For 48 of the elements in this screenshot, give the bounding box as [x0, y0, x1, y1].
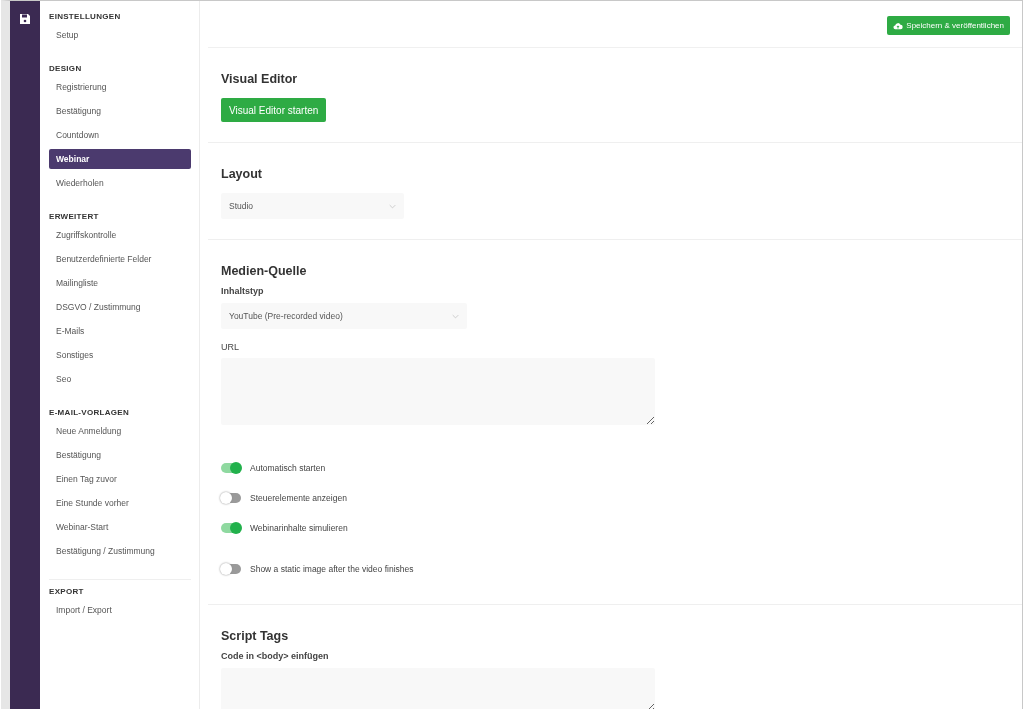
section-title: Medien-Quelle [221, 264, 308, 278]
sidebar-item[interactable]: Einen Tag zuvor [49, 469, 191, 489]
section-title: Layout [221, 167, 263, 181]
url-input-field[interactable] [221, 358, 655, 425]
sidebar-item[interactable]: Eine Stunde vorher [49, 493, 191, 513]
cloud-upload-icon [893, 21, 904, 30]
toggle-label: Automatisch starten [250, 463, 326, 473]
toggle-switch[interactable] [221, 463, 241, 473]
sidebar-item[interactable]: Zugriffskontrolle [49, 225, 191, 245]
sidebar-item[interactable]: Wiederholen [49, 173, 191, 193]
section-title: Visual Editor [221, 72, 299, 86]
sidebar-item[interactable]: Benutzerdefinierte Felder [49, 249, 191, 269]
toggle-label: Steuerelemente anzeigen [250, 493, 347, 503]
sidebar-item[interactable]: Bestätigung / Zustimmung [49, 541, 191, 561]
sidebar-item[interactable]: Countdown [49, 125, 191, 145]
field-label: Inhaltstyp [221, 286, 265, 296]
sidebar-heading: EINSTELLUNGEN [49, 11, 122, 23]
sidebar-item[interactable]: Webinar [49, 149, 191, 169]
sidebar-item[interactable]: DSGVO / Zustimmung [49, 297, 191, 317]
toggle-label: Webinarinhalte simulieren [250, 523, 348, 533]
sidebar-item[interactable]: Sonstiges [49, 345, 191, 365]
save-icon[interactable] [19, 13, 31, 25]
sidebar-heading: E-MAIL-VORLAGEN [49, 407, 131, 419]
layout-select[interactable]: Studio [221, 193, 404, 219]
sidebar-heading: DESIGN [49, 63, 83, 75]
toggle-switch[interactable] [221, 493, 241, 503]
sidebar-item[interactable]: Neue Anmeldung [49, 421, 191, 441]
sidebar-item[interactable]: Mailingliste [49, 273, 191, 293]
toggle-switch[interactable] [221, 523, 241, 533]
sidebar-heading: EXPORT [49, 586, 85, 598]
field-label: Code in <body> einfügen [221, 651, 330, 661]
sidebar-item[interactable]: Setup [49, 25, 191, 45]
sidebar-item[interactable]: Import / Export [49, 600, 191, 620]
toggle-label: Show a static image after the video finishes [250, 564, 414, 574]
section-title: Script Tags [221, 629, 290, 643]
chevron-down-icon [452, 313, 459, 319]
sidebar-item[interactable]: Webinar-Start [49, 517, 191, 537]
toggle-switch[interactable] [221, 564, 241, 574]
content-type-select[interactable]: YouTube (Pre-recorded video) [221, 303, 467, 329]
sidebar-heading: ERWEITERT [49, 211, 100, 223]
sidebar-item[interactable]: Bestätigung [49, 445, 191, 465]
sidebar-item[interactable]: Seo [49, 369, 191, 389]
sidebar-item[interactable]: E-Mails [49, 321, 191, 341]
chevron-down-icon [389, 203, 396, 209]
sidebar-item[interactable]: Bestätigung [49, 101, 191, 121]
sidebar-item[interactable]: Registrierung [49, 77, 191, 97]
field-label: URL [221, 342, 240, 352]
body-code-input-field[interactable] [221, 668, 655, 709]
